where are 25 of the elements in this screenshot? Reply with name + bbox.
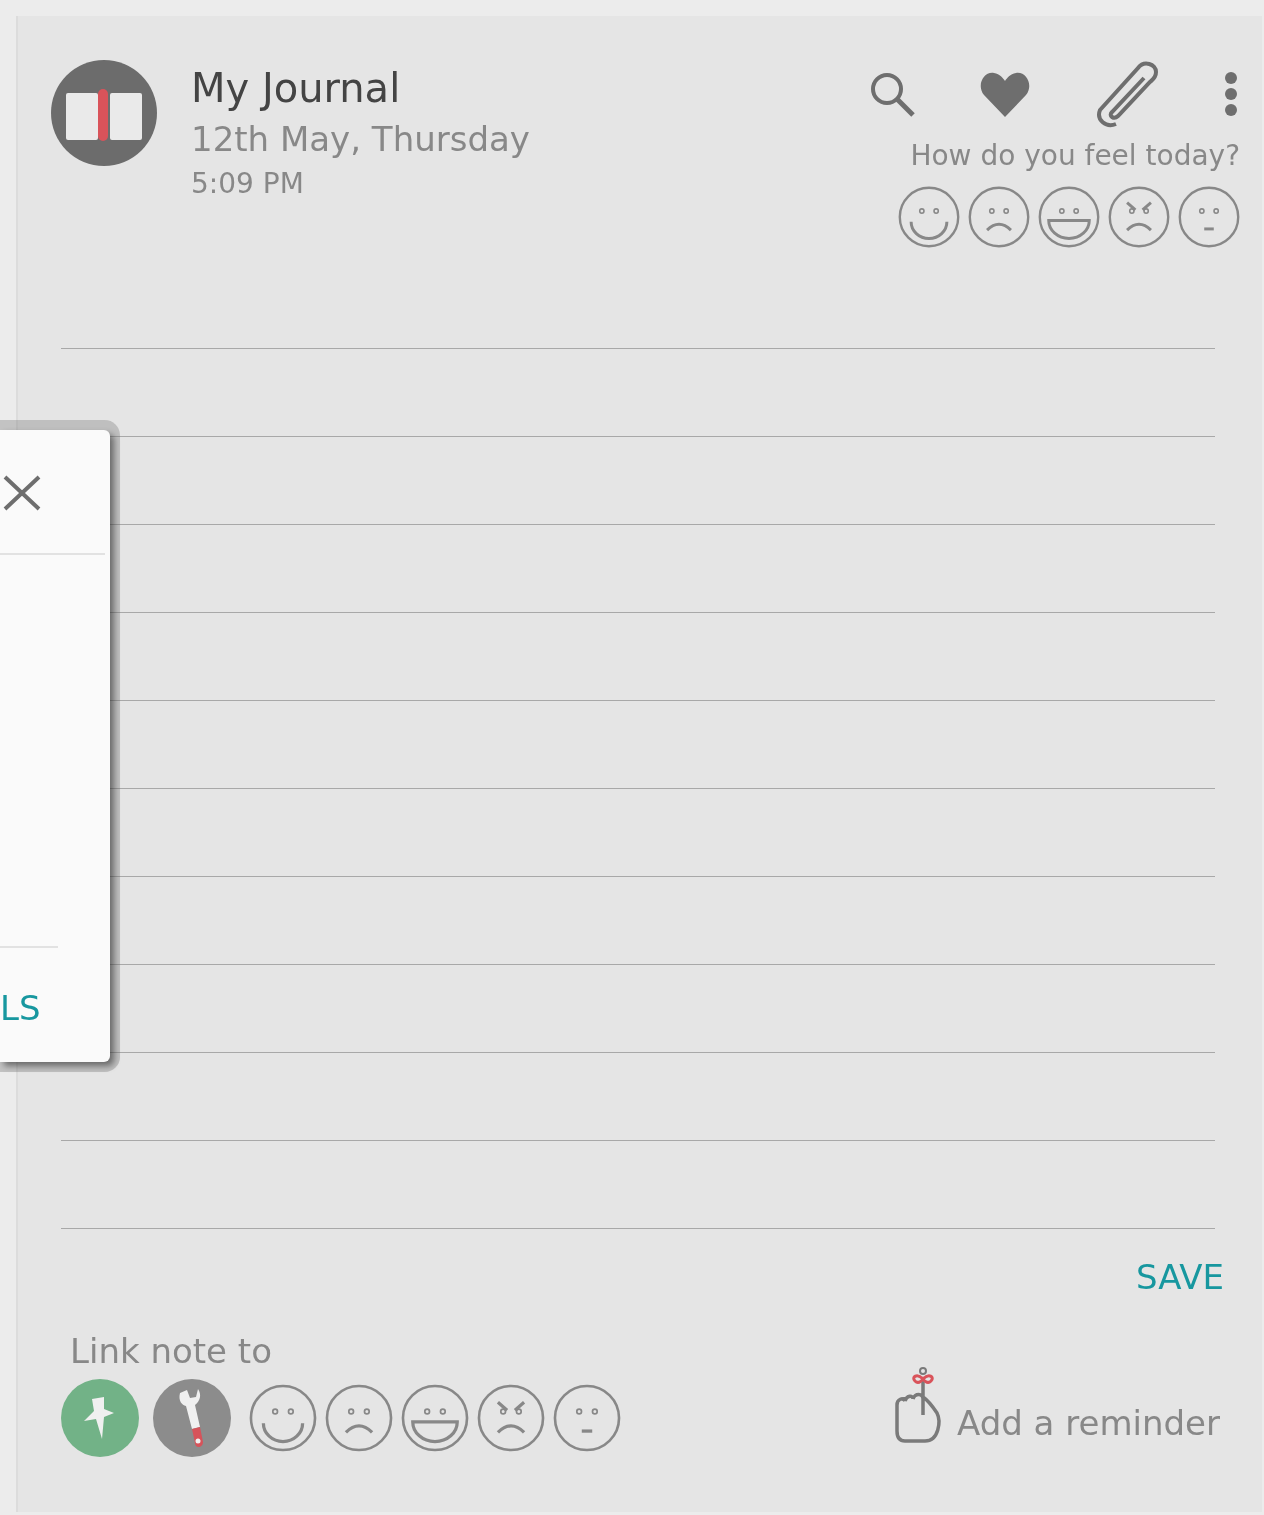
close-button[interactable] (2, 474, 42, 512)
dialog-action-button[interactable]: LS (0, 988, 40, 1028)
paperclip-icon[interactable] (1094, 60, 1160, 128)
mood-prompt: How do you feel today? (910, 138, 1240, 174)
angry-face-icon[interactable] (477, 1384, 545, 1452)
reminder-label: Add a reminder (956, 1403, 1220, 1443)
smiley-face-icon[interactable] (898, 186, 960, 248)
laughing-face-icon[interactable] (401, 1384, 469, 1452)
sad-face-icon[interactable] (325, 1384, 393, 1452)
link-note-label: Link note to (70, 1330, 273, 1373)
neutral-face-icon[interactable] (1178, 186, 1240, 248)
journal-title: My Journal (191, 64, 402, 113)
book-logo-icon (51, 60, 157, 166)
sad-face-icon[interactable] (968, 186, 1030, 248)
save-button[interactable]: SAVE (1135, 1253, 1224, 1301)
heart-icon[interactable] (980, 71, 1030, 117)
add-reminder-button[interactable]: Add a reminder (892, 1365, 1220, 1443)
entry-time: 5:09 PM (191, 166, 305, 202)
neutral-face-icon[interactable] (553, 1384, 621, 1452)
search-icon[interactable] (868, 70, 916, 118)
laughing-face-icon[interactable] (1038, 186, 1100, 248)
angry-face-icon[interactable] (1108, 186, 1170, 248)
entry-date: 12th May, Thursday (191, 118, 530, 161)
more-icon[interactable] (1224, 71, 1238, 117)
smiley-face-icon[interactable] (249, 1384, 317, 1452)
